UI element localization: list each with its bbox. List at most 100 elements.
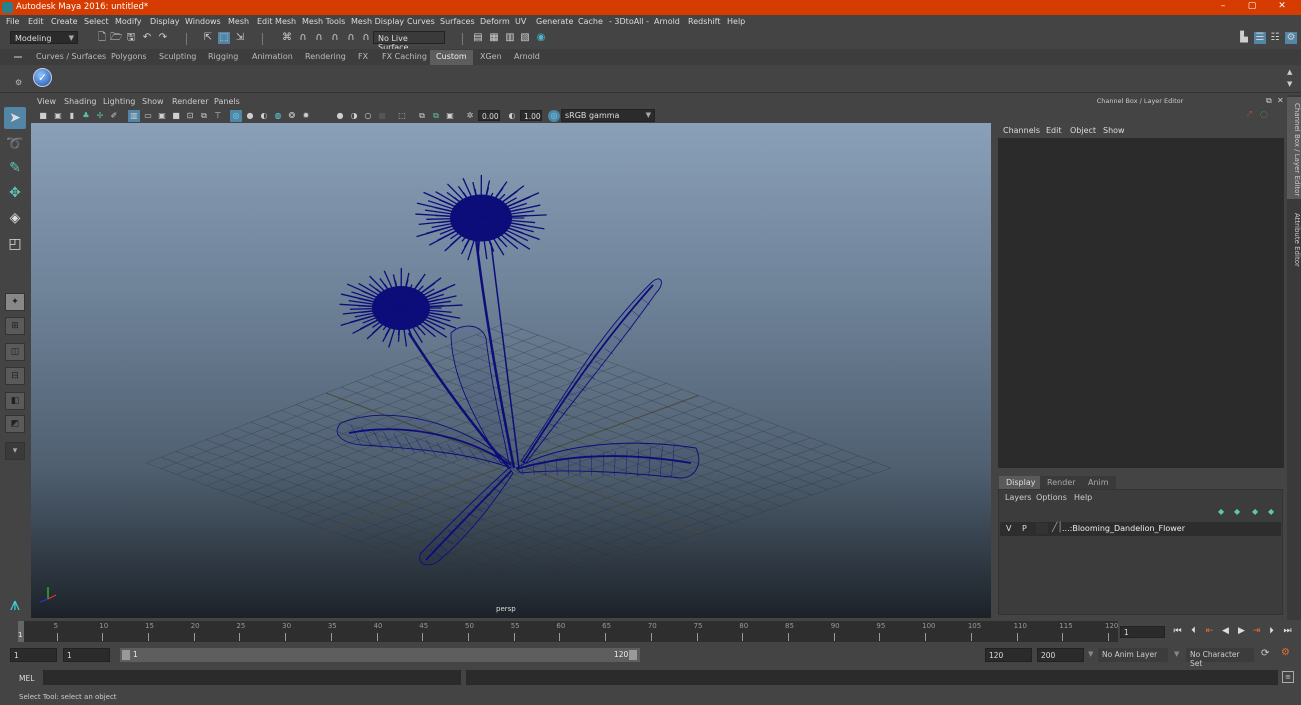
shelf-options-icon[interactable]: ⚙ <box>15 78 22 87</box>
vp-menu-shading[interactable]: Shading <box>64 97 97 106</box>
channel-box-toggle-icon[interactable]: ☰ <box>1254 32 1266 44</box>
shelf-tab-arnold[interactable]: Arnold <box>508 50 546 65</box>
minimize-button[interactable]: – <box>1213 1 1233 14</box>
menu-generate[interactable]: Generate <box>536 17 573 26</box>
select-hierarchy-icon[interactable]: ⇱ <box>202 32 214 44</box>
camera-icon[interactable]: ■ <box>37 110 49 122</box>
scale-tool-icon[interactable]: ◰ <box>4 233 26 255</box>
bookmark-icon[interactable]: ▮ <box>66 110 78 122</box>
shelf-tab-rendering[interactable]: Rendering <box>299 50 352 65</box>
two-view-stacked-layout-icon[interactable]: ⊟ <box>5 367 25 385</box>
menu-select[interactable]: Select <box>84 17 109 26</box>
shelf-tab-custom[interactable]: Custom <box>430 50 473 65</box>
menu-curves[interactable]: Curves <box>407 17 435 26</box>
range-slider[interactable]: 1 120 <box>120 648 640 662</box>
color-management-icon[interactable]: ◎ <box>548 110 560 122</box>
use-all-lights-icon[interactable]: ❂ <box>286 110 298 122</box>
lasso-tool-icon[interactable]: ➰ <box>4 133 26 155</box>
character-set-dropdown[interactable]: No Character Set <box>1186 648 1254 668</box>
shelf-tab-sculpting[interactable]: Sculpting <box>153 50 202 65</box>
float-panel-icon[interactable]: ⧉ <box>1266 96 1272 106</box>
play-forwards-icon[interactable]: ▶ <box>1235 625 1248 638</box>
animation-end-field[interactable]: 200 <box>1037 648 1084 662</box>
vp-menu-lighting[interactable]: Lighting <box>103 97 135 106</box>
time-slider[interactable]: 1 5 10 15 20 25 30 35 40 45 50 55 60 65 70 75 80 85 90 95 1… <box>18 621 1118 642</box>
xray-icon[interactable]: ⧉ <box>416 110 428 122</box>
layer-tab-render[interactable]: Render <box>1040 476 1083 489</box>
menu-uv[interactable]: UV <box>515 17 526 26</box>
layer-tab-display[interactable]: Display <box>999 476 1043 489</box>
gamma-field[interactable]: 1.00 <box>520 110 542 121</box>
ipr-render-icon[interactable]: ▥ <box>504 32 516 44</box>
menu-create[interactable]: Create <box>51 17 78 26</box>
vp-menu-renderer[interactable]: Renderer <box>172 97 209 106</box>
menu-mesh-display[interactable]: Mesh Display <box>351 17 404 26</box>
go-to-start-icon[interactable]: ⏮ <box>1171 625 1184 638</box>
menu-display[interactable]: Display <box>150 17 180 26</box>
redo-icon[interactable]: ↷ <box>157 32 169 44</box>
modeling-toolkit-icon[interactable]: ▙ <box>1238 32 1250 44</box>
menu-redshift[interactable]: Redshift <box>688 17 720 26</box>
vp-menu-panels[interactable]: Panels <box>214 97 240 106</box>
layer-name[interactable]: ...:Blooming_Dandelion_Flower <box>1062 524 1185 533</box>
current-frame-field[interactable]: 1 <box>1120 626 1165 638</box>
field-chart-icon[interactable]: ⊡ <box>184 110 196 122</box>
new-layer-from-selection-icon[interactable]: ◆ <box>1268 507 1274 516</box>
make-live-icon[interactable]: ∩ <box>360 32 372 44</box>
step-back-key-icon[interactable]: ⏴ <box>1187 625 1200 638</box>
go-to-end-icon[interactable]: ⏭ <box>1281 625 1294 638</box>
le-menu-options[interactable]: Options <box>1036 493 1067 502</box>
auto-keyframe-icon[interactable]: ⟳ <box>1261 648 1269 659</box>
shelf-tab-rigging[interactable]: Rigging <box>202 50 244 65</box>
depth-of-field-icon[interactable]: ■ <box>376 110 388 122</box>
four-view-layout-icon[interactable]: ⊞ <box>5 317 25 335</box>
tool-settings-toggle-icon[interactable]: ⚙ <box>1285 32 1297 44</box>
shelf-tab-xgen[interactable]: XGen <box>474 50 508 65</box>
open-scene-icon[interactable]: 🗁 <box>110 32 122 44</box>
rotate-tool-icon[interactable]: ◈ <box>4 207 26 229</box>
cb-menu-object[interactable]: Object <box>1070 126 1096 135</box>
textured-icon[interactable]: ◍ <box>272 110 284 122</box>
camera-attributes-icon[interactable]: ▣ <box>52 110 64 122</box>
channel-box-area[interactable] <box>998 138 1284 468</box>
menu-edit-mesh[interactable]: Edit Mesh <box>257 17 296 26</box>
select-object-icon[interactable]: ⬚ <box>218 32 230 44</box>
le-menu-help[interactable]: Help <box>1074 493 1092 502</box>
shelf-tab-curves-surfaces[interactable]: Curves / Surfaces <box>30 50 112 65</box>
save-scene-icon[interactable]: 🖫 <box>125 32 137 44</box>
paint-select-tool-icon[interactable]: ✎ <box>4 157 26 179</box>
render-view-icon[interactable]: ▤ <box>472 32 484 44</box>
side-tab-attribute-editor[interactable]: Attribute Editor <box>1287 203 1301 273</box>
shelf-tab-polygons[interactable]: Polygons <box>105 50 153 65</box>
grease-pencil-icon[interactable]: ✐ <box>108 110 120 122</box>
image-plane-icon[interactable]: ♣ <box>80 110 92 122</box>
menu-3dtoall[interactable]: - 3DtoAll - <box>609 17 649 26</box>
live-surface-field[interactable]: No Live Surface <box>373 31 445 52</box>
step-back-frame-icon[interactable]: ⇤ <box>1203 625 1216 638</box>
vp-menu-view[interactable]: View <box>37 97 56 106</box>
flower-head-lower[interactable] <box>339 267 463 348</box>
isolate-select-icon[interactable]: ⬚ <box>396 110 408 122</box>
layer-visibility-toggle[interactable]: V <box>1006 524 1011 533</box>
shelf-menu-icon[interactable] <box>14 56 22 58</box>
shelf-tab-fx-caching[interactable]: FX Caching <box>376 50 433 65</box>
side-tab-channel-box[interactable]: Channel Box / Layer Editor <box>1287 97 1301 199</box>
gamma-icon[interactable]: ◐ <box>506 110 518 122</box>
character-set-chevron-icon[interactable]: ▼ <box>1174 650 1179 658</box>
viewport-scene[interactable] <box>31 123 991 618</box>
smooth-shade-icon[interactable]: ● <box>244 110 256 122</box>
le-menu-layers[interactable]: Layers <box>1005 493 1031 502</box>
render-current-icon[interactable]: ▦ <box>488 32 500 44</box>
grid-toggle-icon[interactable]: ▥ <box>128 110 140 122</box>
menu-deform[interactable]: Deform <box>480 17 510 26</box>
close-panel-icon[interactable]: ✕ <box>1277 96 1284 105</box>
move-layer-down-icon[interactable]: ◆ <box>1234 507 1240 516</box>
resolution-gate-icon[interactable]: ▣ <box>156 110 168 122</box>
safe-title-icon[interactable]: ⊤ <box>212 110 224 122</box>
range-end-handle[interactable] <box>629 650 637 660</box>
step-forward-key-icon[interactable]: ⏵ <box>1265 625 1278 638</box>
layer-type-toggle[interactable] <box>1036 523 1048 534</box>
layer-row[interactable]: V P ╱│ ...:Blooming_Dandelion_Flower <box>1000 522 1281 536</box>
menu-cache[interactable]: Cache <box>578 17 603 26</box>
menu-arnold[interactable]: Arnold <box>654 17 680 26</box>
